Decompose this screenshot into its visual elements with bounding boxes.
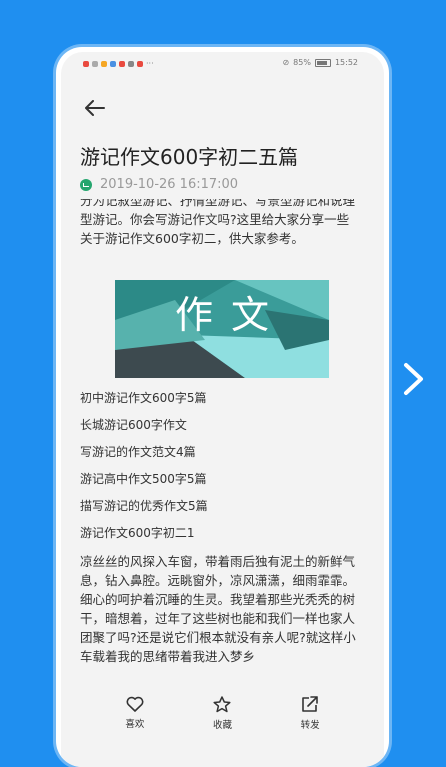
- like-button[interactable]: 喜欢: [105, 688, 165, 738]
- mute-icon: ⊘: [282, 58, 290, 67]
- system-status: ⊘ 85% 15:52: [282, 58, 358, 67]
- intro-section: 分为记叙型游记、抒情型游记、写景型游记和说理型游记。你会写游记作文吗?这里给大家…: [80, 199, 358, 272]
- battery-percent: 85%: [293, 58, 311, 67]
- banner-text: 作文: [174, 293, 287, 337]
- heart-icon: [126, 696, 144, 712]
- share-icon: [302, 695, 318, 712]
- article-meta: 2019-10-26 16:17:00: [80, 177, 238, 192]
- app-notification-icon: [83, 60, 89, 67]
- share-label: 转发: [300, 719, 320, 731]
- publish-date: 2019-10-26 16:17:00: [100, 177, 239, 192]
- status-bar: ··· ⊘ 85% 15:52: [61, 52, 384, 76]
- arrow-left-icon: [85, 100, 105, 116]
- notification-icons: ···: [83, 59, 154, 68]
- article-title: 游记作文600字初二五篇: [80, 145, 299, 169]
- app-notification-icon: [110, 60, 116, 67]
- article-body: 分为记叙型游记、抒情型游记、写景型游记和说理型游记。你会写游记作文吗?这里给大家…: [80, 199, 358, 666]
- intro-paragraph: 分为记叙型游记、抒情型游记、写景型游记和说理型游记。你会写游记作文吗?这里给大家…: [80, 199, 356, 246]
- star-icon: [213, 695, 232, 712]
- related-link[interactable]: 初中游记作文600字5篇: [80, 390, 358, 417]
- share-button[interactable]: 转发: [280, 688, 340, 738]
- like-label: 喜欢: [125, 719, 145, 730]
- related-link[interactable]: 长城游记600字作文: [80, 417, 358, 444]
- article-banner-image: 作文: [115, 280, 329, 378]
- app-screen: ··· ⊘ 85% 15:52 游记作文600字初二五篇 2019-10-26 …: [61, 52, 384, 767]
- related-link[interactable]: 描写游记的优秀作文5篇: [80, 498, 358, 525]
- related-link[interactable]: 游记作文600字初二1: [80, 525, 358, 552]
- phone-frame: ··· ⊘ 85% 15:52 游记作文600字初二五篇 2019-10-26 …: [56, 47, 389, 767]
- favorite-button[interactable]: 收藏: [192, 688, 252, 738]
- more-notifications-icon: ···: [146, 59, 154, 68]
- next-screenshot-button[interactable]: [401, 362, 427, 396]
- bottom-action-bar: 喜欢 收藏 转发: [61, 688, 384, 738]
- app-notification-icon: [101, 60, 107, 67]
- article-paragraph: 凉丝丝的风探入车窗，带着雨后独有泥土的新鲜气息，钻入鼻腔。远眺窗外，凉风潇潇，细…: [80, 554, 356, 664]
- back-button[interactable]: [83, 96, 107, 120]
- app-notification-icon: [128, 60, 134, 67]
- chevron-right-icon: [404, 363, 423, 395]
- battery-icon: [314, 58, 331, 67]
- clock: 15:52: [334, 58, 358, 67]
- favorite-label: 收藏: [212, 719, 232, 731]
- app-notification-icon: [92, 60, 98, 67]
- related-links: 初中游记作文600字5篇 长城游记600字作文 写游记的作文范文4篇 游记高中作…: [80, 390, 358, 552]
- app-notification-icon: [137, 60, 143, 67]
- related-link[interactable]: 游记高中作文500字5篇: [80, 471, 358, 498]
- app-notification-icon: [119, 60, 125, 67]
- time-icon: [80, 178, 92, 191]
- related-link[interactable]: 写游记的作文范文4篇: [80, 444, 358, 471]
